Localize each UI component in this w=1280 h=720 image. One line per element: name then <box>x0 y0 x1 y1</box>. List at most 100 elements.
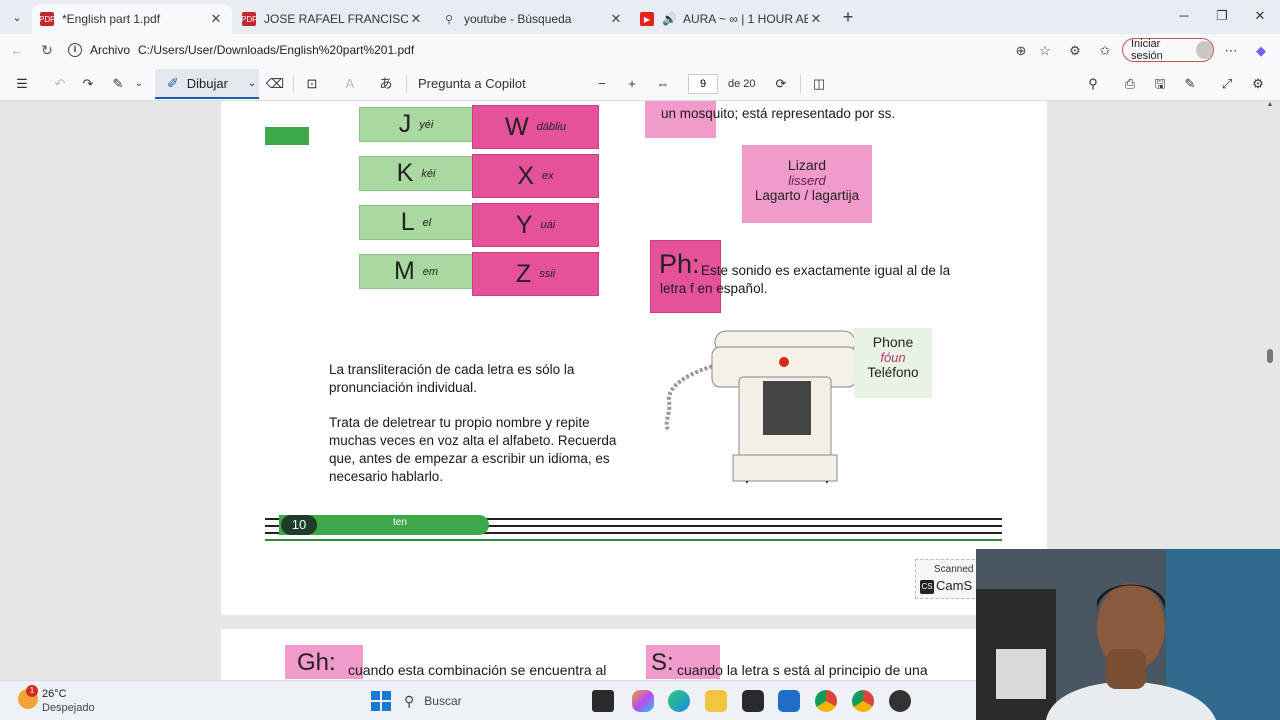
save-as-icon[interactable]: ✎ <box>1181 75 1199 93</box>
signin-button[interactable]: Iniciar sesión <box>1122 38 1214 62</box>
letter-cell: W dábliu <box>472 105 599 149</box>
windows-start-icon[interactable] <box>370 690 392 712</box>
taskbar-search-label: Buscar <box>424 694 462 708</box>
speaker-icon[interactable]: 🔊 <box>662 12 677 26</box>
taskbar-search[interactable]: ⚲ Buscar <box>404 687 584 715</box>
restore-icon[interactable]: ❐ <box>1212 8 1232 24</box>
webcam-overlay <box>976 549 1280 720</box>
tab-title: youtube - Búsqueda <box>464 12 572 26</box>
pronunciation: ssii <box>539 268 556 280</box>
tab-aura-youtube[interactable]: ▶ 🔊 AURA ~ ∞ | 1 HOUR ABSOLU ✕ <box>632 4 832 34</box>
extensions-icon[interactable]: ⚙ <box>1066 42 1084 60</box>
paragraph-2-line-1: Trata de deletrear tu propio nombre y re… <box>329 415 590 430</box>
letter: Z <box>515 259 532 288</box>
letter-cell: L el <box>359 205 473 240</box>
highlight-icon[interactable]: ✎ <box>108 75 128 93</box>
undo-icon[interactable]: ↶ <box>50 75 70 93</box>
page-view-icon[interactable]: ◫ <box>810 75 828 93</box>
draw-label: Dibujar <box>186 75 228 91</box>
close-tab-icon[interactable]: ✕ <box>608 11 624 27</box>
minimize-icon[interactable]: ─ <box>1174 8 1194 23</box>
letter: X <box>517 161 535 190</box>
lizard-box: Lizard lisserd Lagarto / lagartija <box>742 145 872 223</box>
letter-cell: Z ssii <box>472 252 599 296</box>
zoom-out-icon[interactable]: − <box>594 75 610 93</box>
letter-cell: X ex <box>472 154 599 198</box>
url-field[interactable]: i Archivo C:/Users/User/Downloads/Englis… <box>64 38 1064 62</box>
s-heading: S: <box>651 649 674 676</box>
pronunciation: yéi <box>419 118 434 131</box>
weather-temp[interactable]: 26°C <box>42 688 67 700</box>
close-window-icon[interactable]: ✕ <box>1250 8 1270 24</box>
letter: K <box>396 159 414 187</box>
text-format-icon[interactable]: A <box>340 75 360 93</box>
new-tab-button[interactable]: + <box>838 7 858 27</box>
copilot-icon[interactable]: ◆ <box>1252 42 1270 60</box>
chrome-profile-icon[interactable] <box>852 690 874 712</box>
lizard-meaning: Lagarto / lagartija <box>754 188 860 203</box>
pdf-page: J yéi W dábliu K kéi X ex L el Y uái M e… <box>221 101 1047 615</box>
contents-icon[interactable]: ☰ <box>12 75 32 93</box>
ask-copilot-button[interactable]: Pregunta a Copilot <box>418 75 526 93</box>
close-tab-icon[interactable]: ✕ <box>208 11 224 27</box>
save-icon[interactable]: 🖫 <box>1151 75 1169 93</box>
zoom-in-icon[interactable]: + <box>624 75 640 93</box>
letter: J <box>398 110 412 138</box>
youtube-icon: ▶ <box>640 12 654 26</box>
search-icon: ⚲ <box>404 692 415 709</box>
address-scheme-label: Archivo <box>90 43 131 57</box>
phone-meaning: Teléfono <box>867 365 919 380</box>
reload-icon[interactable]: ↻ <box>38 41 56 59</box>
pronunciation: dábliu <box>536 121 566 133</box>
app-icon[interactable] <box>889 690 911 712</box>
fit-page-icon[interactable]: ⇔ <box>654 75 672 93</box>
mail-icon[interactable] <box>778 690 800 712</box>
pdf-icon: PDF <box>39 12 55 26</box>
tab-youtube-search[interactable]: ⚲ youtube - Búsqueda ✕ <box>434 4 632 34</box>
chrome-icon[interactable] <box>815 690 837 712</box>
zoom-icon[interactable]: ⊕ <box>1012 42 1030 60</box>
back-icon[interactable]: ← <box>8 41 26 59</box>
text-box-icon[interactable]: ⊡ <box>302 75 322 93</box>
scroll-thumb[interactable] <box>1267 349 1273 363</box>
letter: L <box>400 208 415 236</box>
store-icon[interactable] <box>742 690 764 712</box>
favorite-star-icon[interactable]: ☆ <box>1036 42 1054 60</box>
copilot-app-icon[interactable] <box>632 690 654 712</box>
search-icon[interactable]: ⚲ <box>1084 75 1102 93</box>
pronunciation: uái <box>540 219 556 231</box>
draw-button[interactable]: ✐ Dibujar ⌄ <box>155 69 259 99</box>
task-view-icon[interactable] <box>592 690 614 712</box>
print-icon[interactable]: ⎙ <box>1121 75 1139 93</box>
edge-browser-icon[interactable] <box>668 690 690 712</box>
scroll-up-icon[interactable]: ▲ <box>1266 101 1274 111</box>
pen-icon: ✐ <box>167 74 179 91</box>
highlight-dropdown-icon[interactable]: ⌄ <box>132 75 146 93</box>
info-icon[interactable]: i <box>68 43 82 57</box>
close-tab-icon[interactable]: ✕ <box>808 11 824 27</box>
close-tab-icon[interactable]: ✕ <box>408 11 424 27</box>
pronunciation: em <box>422 265 439 278</box>
weather-condition[interactable]: Despejado <box>42 702 95 714</box>
settings-gear-icon[interactable]: ⚙ <box>1249 75 1267 93</box>
more-menu-icon[interactable]: ⋯ <box>1222 42 1240 60</box>
page-number-input[interactable]: 9 <box>688 74 718 94</box>
notification-badge: 1 <box>26 685 38 697</box>
address-text[interactable]: C:/Users/User/Downloads/English%20part%2… <box>138 43 414 57</box>
tab-title: JOSE RAFAEL FRANCISCO TORIBIO <box>264 12 408 26</box>
favorites-icon[interactable]: ✩ <box>1096 42 1114 60</box>
file-explorer-icon[interactable] <box>705 690 727 712</box>
rotate-icon[interactable]: ⟳ <box>772 75 790 93</box>
tab-jose-rafael[interactable]: PDF JOSE RAFAEL FRANCISCO TORIBIO ✕ <box>234 4 432 34</box>
green-tab-marker <box>265 127 309 145</box>
redo-icon[interactable]: ↷ <box>78 75 98 93</box>
eraser-icon[interactable]: ⌫ <box>265 75 285 93</box>
scanned-label: Scanned <box>934 564 974 575</box>
letter: Y <box>515 210 533 239</box>
tab-english-part-1[interactable]: PDF *English part 1.pdf ✕ <box>32 4 232 34</box>
chevron-down-icon[interactable]: ⌄ <box>248 78 256 89</box>
read-aloud-icon[interactable]: あ <box>376 75 396 93</box>
tab-actions-menu[interactable]: ⌄ <box>6 6 28 28</box>
gh-text: cuando esta combinación se encuentra al <box>348 662 607 678</box>
fullscreen-icon[interactable]: ⤢ <box>1218 75 1236 93</box>
